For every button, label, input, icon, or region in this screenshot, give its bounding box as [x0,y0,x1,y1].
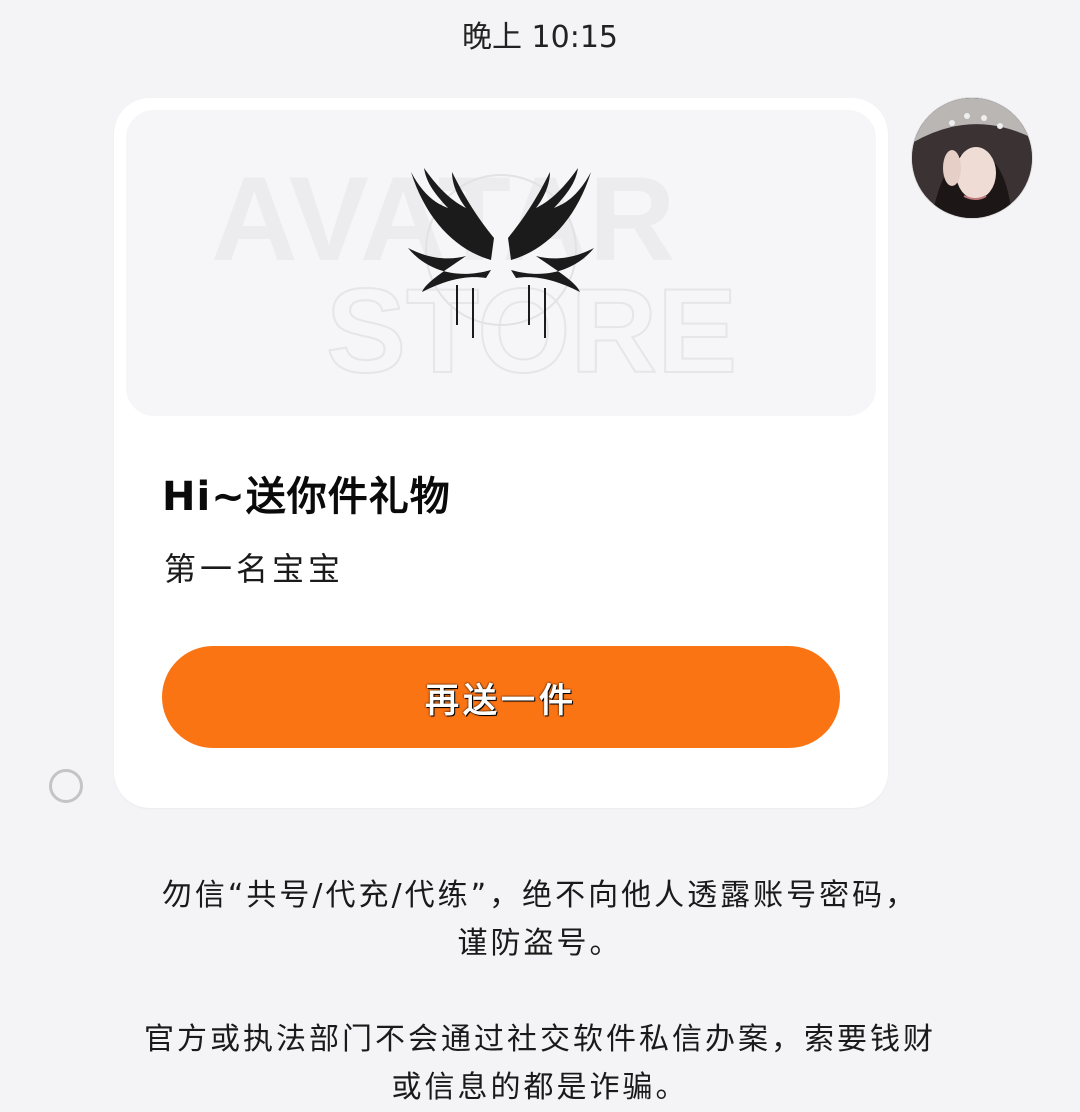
gift-banner-image: AVATAR STORE [126,110,876,416]
wings-icon: AVATAR STORE [211,152,738,399]
gift-title: Hi~送你件礼物 [162,474,451,520]
security-notice-account: 勿信“共号/代充/代练”，绝不向他人透露账号密码， 谨防盗号。 [90,872,990,968]
message-timestamp: 晚上 10:15 [462,20,618,55]
notice-line: 勿信“共号/代充/代练”，绝不向他人透露账号密码， [161,878,919,913]
banner-watermark-bottom: STORE [326,264,737,398]
avatar-image [912,98,1032,218]
notice-line: 官方或执法部门不会通过社交软件私信办案，索要钱财 [144,1022,936,1057]
gift-recipient-label: 第一名宝宝 [164,550,345,588]
sender-avatar[interactable] [912,98,1032,218]
notice-line: 或信息的都是诈骗。 [391,1070,689,1105]
notice-line: 谨防盗号。 [457,926,623,961]
gift-message-card[interactable]: AVATAR STORE Hi~送你件礼物 第一名宝宝 再送一件 [114,98,888,808]
security-notice-fraud: 官方或执法部门不会通过社交软件私信办案，索要钱财 或信息的都是诈骗。 [90,1016,990,1112]
select-circle-icon[interactable] [49,769,83,803]
send-another-button[interactable]: 再送一件 [162,646,840,748]
